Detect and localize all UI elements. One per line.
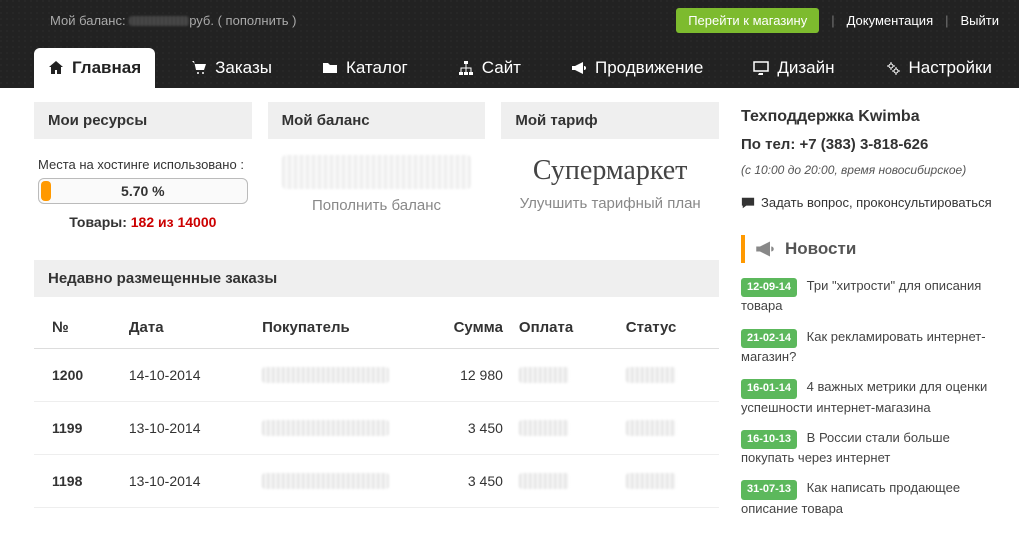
cell-buyer (254, 402, 412, 455)
goods-count: Товары: 182 из 14000 (38, 214, 248, 230)
col-date: Дата (121, 307, 254, 349)
news-date: 16-10-13 (741, 430, 797, 449)
tariff-card: Мой тариф Супермаркет Улучшить тарифный … (501, 102, 719, 240)
cogs-icon (885, 60, 901, 76)
cell-buyer (254, 455, 412, 508)
cell-date: 13-10-2014 (121, 402, 254, 455)
balance-blurred (282, 155, 471, 189)
col-pay: Оплата (511, 307, 618, 349)
topup-link[interactable]: пополнить (226, 13, 289, 28)
tab-promotion[interactable]: Продвижение (557, 48, 717, 88)
news-date: 31-07-13 (741, 480, 797, 499)
news-item[interactable]: 16-10-13 В России стали больше покупать … (741, 429, 1001, 468)
news-date: 16-01-14 (741, 379, 797, 398)
tab-design[interactable]: Дизайн (739, 48, 848, 88)
balance-info: Мой баланс: руб. ( пополнить ) (50, 13, 297, 28)
cell-sum: 3 450 (412, 455, 511, 508)
table-row[interactable]: 119913-10-2014 3 450 (34, 402, 719, 455)
tab-label: Каталог (346, 58, 408, 78)
tab-home[interactable]: Главная (34, 48, 155, 88)
support-title: Техподдержка Kwimba (741, 108, 1001, 126)
cell-pay (511, 402, 618, 455)
topup-balance-link[interactable]: Пополнить баланс (272, 197, 482, 214)
folder-icon (322, 60, 338, 76)
balance-card: Мой баланс Пополнить баланс (268, 102, 486, 240)
tariff-name: Супермаркет (505, 155, 715, 187)
main-tabs: Главная Заказы Каталог Сайт Продвижение … (0, 40, 1019, 88)
table-row[interactable]: 120014-10-2014 12 980 (34, 349, 719, 402)
cell-sum: 12 980 (412, 349, 511, 402)
cell-status (618, 455, 719, 508)
hosting-percent: 5.70 % (121, 183, 165, 199)
tab-catalog[interactable]: Каталог (308, 48, 422, 88)
topbar-right: Перейти к магазину | Документация | Выйт… (676, 8, 999, 33)
support-hours: (с 10:00 до 20:00, время новосибирское) (741, 163, 1001, 177)
col-buyer: Покупатель (254, 307, 412, 349)
news-date: 21-02-14 (741, 329, 797, 348)
cell-no: 1199 (34, 402, 121, 455)
logout-link[interactable]: Выйти (961, 13, 1000, 28)
news-title: Новости (785, 239, 856, 259)
support-box: Техподдержка Kwimba По тел: +7 (383) 3-8… (741, 102, 1001, 210)
balance-currency: руб. (189, 13, 214, 28)
cell-status (618, 349, 719, 402)
tariff-title: Мой тариф (501, 102, 719, 139)
balance-value-blur (129, 16, 189, 26)
hosting-label: Места на хостинге использовано : (38, 157, 248, 172)
resources-card: Мои ресурсы Места на хостинге использова… (34, 102, 252, 240)
tab-site[interactable]: Сайт (444, 48, 535, 88)
cell-date: 13-10-2014 (121, 455, 254, 508)
resources-title: Мои ресурсы (34, 102, 252, 139)
cell-pay (511, 455, 618, 508)
table-row[interactable]: 119813-10-2014 3 450 (34, 455, 719, 508)
col-sum: Сумма (412, 307, 511, 349)
tab-label: Настройки (909, 58, 992, 78)
tab-settings[interactable]: Настройки (871, 48, 1006, 88)
cell-date: 14-10-2014 (121, 349, 254, 402)
bullhorn-icon (755, 239, 775, 259)
cell-no: 1198 (34, 455, 121, 508)
tab-label: Продвижение (595, 58, 703, 78)
balance-label: Мой баланс: (50, 13, 126, 28)
cell-status (618, 402, 719, 455)
news-list: 12-09-14 Три "хитрости" для описания тов… (741, 277, 1001, 518)
col-no: № (34, 307, 121, 349)
news-item[interactable]: 31-07-13 Как написать продающее описание… (741, 479, 1001, 518)
cell-no: 1200 (34, 349, 121, 402)
news-item[interactable]: 21-02-14 Как рекламировать интернет-мага… (741, 328, 1001, 367)
orders-table: № Дата Покупатель Сумма Оплата Статус 12… (34, 307, 719, 508)
ask-question-link[interactable]: Задать вопрос, проконсультироваться (741, 195, 1001, 210)
monitor-icon (753, 60, 769, 76)
news-header: Новости (741, 235, 1001, 263)
tab-label: Сайт (482, 58, 521, 78)
topbar: Мой баланс: руб. ( пополнить ) Перейти к… (0, 0, 1019, 40)
tab-label: Заказы (215, 58, 272, 78)
cell-buyer (254, 349, 412, 402)
news-date: 12-09-14 (741, 278, 797, 297)
balance-title: Мой баланс (268, 102, 486, 139)
cell-pay (511, 349, 618, 402)
support-phone: По тел: +7 (383) 3-818-626 (741, 136, 1001, 153)
hosting-progress: 5.70 % (38, 178, 248, 204)
news-item[interactable]: 12-09-14 Три "хитрости" для описания тов… (741, 277, 1001, 316)
sitemap-icon (458, 60, 474, 76)
tab-label: Дизайн (777, 58, 834, 78)
news-item[interactable]: 16-01-14 4 важных метрики для оценки усп… (741, 378, 1001, 417)
upgrade-tariff-link[interactable]: Улучшить тарифный план (505, 195, 715, 212)
bullhorn-icon (571, 60, 587, 76)
tab-orders[interactable]: Заказы (177, 48, 286, 88)
comment-icon (741, 196, 755, 210)
cart-icon (191, 60, 207, 76)
docs-link[interactable]: Документация (847, 13, 934, 28)
go-to-shop-button[interactable]: Перейти к магазину (676, 8, 819, 33)
home-icon (48, 60, 64, 76)
cell-sum: 3 450 (412, 402, 511, 455)
progress-fill (41, 181, 51, 201)
orders-title: Недавно размещенные заказы (34, 260, 719, 297)
col-status: Статус (618, 307, 719, 349)
tab-label: Главная (72, 58, 141, 78)
